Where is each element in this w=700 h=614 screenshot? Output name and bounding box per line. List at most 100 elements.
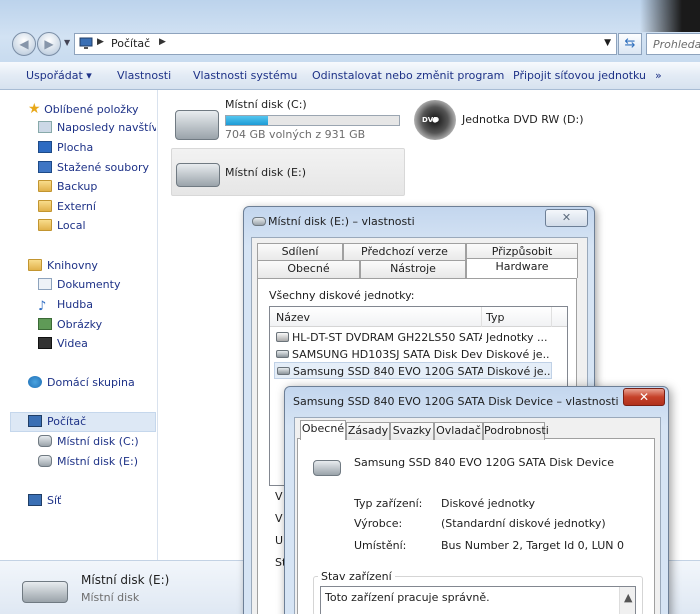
scrollbar[interactable]: ▲ (619, 587, 635, 614)
recent-pages-dropdown-icon[interactable]: ▼ (64, 38, 70, 47)
tab-details[interactable]: Podrobnosti (483, 422, 549, 440)
nav-favorites[interactable]: ★ Oblíbené položky (28, 101, 139, 117)
tab-general[interactable]: Obecné (300, 420, 346, 440)
close-button[interactable]: ✕ (623, 388, 665, 406)
column-separator[interactable] (551, 307, 552, 327)
forward-button[interactable]: ▶ (37, 32, 61, 56)
nav-item-external[interactable]: Externí (38, 200, 96, 213)
drive-icon (176, 163, 220, 187)
tab-policies[interactable]: Zásady (346, 422, 390, 440)
drive-tile-c[interactable]: Místní disk (C:) 704 GB volných z 931 GB (171, 96, 405, 144)
music-icon: ♪ (38, 299, 47, 314)
close-icon: ✕ (561, 211, 572, 224)
nav-label: Dokumenty (57, 278, 121, 291)
nav-label: Plocha (57, 141, 94, 154)
nav-item-backup[interactable]: Backup (38, 180, 97, 193)
drive-tile-dvd[interactable]: DVD Jednotka DVD RW (D:) (412, 96, 587, 144)
nav-homegroup[interactable]: Domácí skupina (28, 376, 135, 389)
nav-item-desktop[interactable]: Plocha (38, 141, 93, 154)
drive-tile-e-selected[interactable]: Místní disk (E:) (171, 148, 405, 196)
nav-item-videos[interactable]: Videa (38, 337, 88, 350)
network-icon (28, 494, 42, 506)
row-type: Diskové je... (486, 348, 550, 361)
address-bar[interactable]: ▶ Počítač ▶ ▼ (74, 33, 617, 55)
window-titlebar: ◀ ▶ ▼ ▶ Počítač ▶ ▼ ⇆ Prohledat: Počítač (0, 0, 700, 62)
device-status-textbox[interactable]: Toto zařízení pracuje správně. ▲ (320, 586, 636, 614)
nav-label: Videa (57, 337, 88, 350)
system-properties-button[interactable]: Vlastnosti systému (193, 69, 297, 82)
nav-item-drive-c[interactable]: Místní disk (C:) (38, 435, 139, 448)
device-status-text: Toto zařízení pracuje správně. (325, 591, 490, 604)
row-name: Samsung SSD 840 EVO 120G SATA Di... (293, 365, 483, 378)
nav-item-downloads[interactable]: Stažené soubory (38, 161, 149, 174)
location-value: Bus Number 2, Target Id 0, LUN 0 (441, 539, 625, 552)
tab-driver[interactable]: Ovladač (434, 422, 483, 440)
computer-icon (79, 37, 93, 49)
nav-item-music[interactable]: ♪ Hudba (38, 298, 93, 313)
tab-tools[interactable]: Nástroje (360, 260, 466, 278)
windows-drive-icon (175, 110, 219, 140)
nav-item-pictures[interactable]: Obrázky (38, 318, 102, 331)
drive-c-usage-bar (225, 115, 400, 126)
dvd-badge: DVD (422, 116, 440, 124)
partial-label: V (275, 490, 283, 503)
breadcrumb-computer[interactable]: Počítač (111, 37, 150, 50)
column-header-name[interactable]: Název (276, 311, 310, 324)
column-separator[interactable] (481, 307, 482, 327)
documents-icon (38, 278, 52, 290)
dialog-title: Místní disk (E:) – vlastnosti (268, 215, 415, 228)
libraries-icon (28, 259, 42, 271)
optical-drive-icon (276, 332, 289, 342)
row-type: Jednotky ... (486, 331, 548, 344)
scroll-up-icon[interactable]: ▲ (624, 591, 632, 604)
nav-item-recent[interactable]: Naposledy navštíveno (38, 121, 156, 134)
nav-item-documents[interactable]: Dokumenty (38, 278, 120, 291)
more-commands-button[interactable]: » (655, 69, 662, 82)
refresh-icon: ⇆ (624, 36, 636, 51)
manufacturer-label: Výrobce: (354, 517, 403, 530)
tab-previous-versions[interactable]: Předchozí verze (343, 243, 466, 261)
back-button[interactable]: ◀ (12, 32, 36, 56)
nav-network[interactable]: Síť (28, 494, 61, 507)
tab-hardware[interactable]: Hardware (466, 258, 578, 278)
nav-label: Domácí skupina (47, 376, 135, 389)
nav-item-drive-e[interactable]: Místní disk (E:) (38, 455, 138, 468)
close-button[interactable]: ✕ (545, 209, 588, 227)
organize-button[interactable]: Uspořádat ▾ (26, 69, 92, 82)
address-dropdown-icon[interactable]: ▼ (604, 38, 611, 48)
breadcrumb-separator-icon[interactable]: ▶ (97, 37, 104, 47)
uninstall-program-button[interactable]: Odinstalovat nebo změnit program (312, 69, 504, 82)
location-label: Umístění: (354, 539, 407, 552)
table-row[interactable]: HL-DT-ST DVDRAM GH22LS50 SATA ... Jednot… (274, 329, 552, 346)
column-header-type[interactable]: Typ (486, 311, 505, 324)
breadcrumb-separator-icon[interactable]: ▶ (159, 37, 166, 47)
nav-item-local[interactable]: Local (38, 219, 86, 232)
refresh-button[interactable]: ⇆ (618, 33, 642, 55)
folder-icon (38, 200, 52, 212)
titlebar-shadow (640, 0, 700, 32)
tab-sharing[interactable]: Sdílení (257, 243, 343, 261)
nav-computer[interactable]: Počítač (28, 415, 86, 428)
tab-volumes[interactable]: Svazky (390, 422, 434, 440)
command-bar: Uspořádat ▾ Vlastnosti Vlastnosti systém… (0, 62, 700, 90)
drive-c-free-space: 704 GB volných z 931 GB (225, 128, 366, 141)
drive-dvd-label: Jednotka DVD RW (D:) (462, 113, 584, 126)
drive-icon (38, 455, 52, 467)
nav-label: Obrázky (57, 318, 103, 331)
device-type-value: Diskové jednotky (441, 497, 536, 510)
videos-icon (38, 337, 52, 349)
nav-label: Místní disk (E:) (57, 455, 138, 468)
tab-general[interactable]: Obecné (257, 260, 360, 278)
drive-icon (22, 581, 68, 603)
map-network-drive-button[interactable]: Připojit síťovou jednotku (513, 69, 646, 82)
drive-icon (252, 217, 266, 226)
table-row[interactable]: SAMSUNG HD103SJ SATA Disk Device Diskové… (274, 346, 552, 363)
table-row-selected[interactable]: Samsung SSD 840 EVO 120G SATA Di... Disk… (274, 362, 552, 379)
properties-button[interactable]: Vlastnosti (117, 69, 171, 82)
details-name: Místní disk (E:) (81, 573, 170, 587)
nav-libraries[interactable]: Knihovny (28, 259, 98, 272)
all-drives-label: Všechny diskové jednotky: (269, 289, 415, 302)
search-input[interactable]: Prohledat: Počítač (646, 33, 700, 55)
row-type: Diskové je... (487, 365, 551, 378)
computer-icon (28, 415, 42, 427)
